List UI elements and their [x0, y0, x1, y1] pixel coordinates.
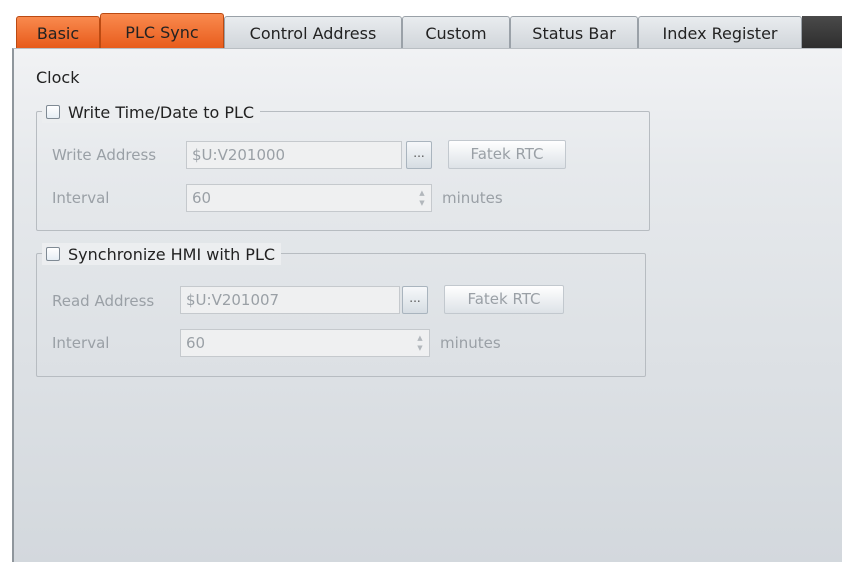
- tab-basic[interactable]: Basic: [16, 16, 100, 50]
- read-address-browse-button[interactable]: ...: [402, 286, 428, 314]
- sync-hmi-label: Synchronize HMI with PLC: [68, 244, 276, 264]
- write-interval-value: 60: [192, 189, 212, 207]
- tab-control-address[interactable]: Control Address: [224, 16, 402, 50]
- sync-interval-label: Interval: [52, 334, 110, 352]
- tab-bar: Basic PLC Sync Control Address Custom St…: [0, 10, 842, 52]
- write-time-group-header: Write Time/Date to PLC: [42, 101, 261, 123]
- spinner-icon[interactable]: ▲ ▼: [418, 189, 426, 207]
- spinner-icon[interactable]: ▲ ▼: [416, 334, 424, 352]
- sync-interval-field[interactable]: 60 ▲ ▼: [180, 329, 430, 357]
- write-time-label: Write Time/Date to PLC: [68, 102, 255, 122]
- read-fatek-rtc-button[interactable]: Fatek RTC: [444, 285, 564, 314]
- write-interval-label: Interval: [52, 189, 110, 207]
- sync-hmi-group: [36, 253, 646, 377]
- write-fatek-rtc-button[interactable]: Fatek RTC: [448, 140, 566, 169]
- tab-index-register[interactable]: Index Register: [638, 16, 802, 50]
- read-address-field[interactable]: $U:V201007: [180, 286, 400, 314]
- write-address-label: Write Address: [52, 146, 157, 164]
- tab-status-bar[interactable]: Status Bar: [510, 16, 638, 50]
- write-interval-unit: minutes: [442, 189, 503, 207]
- read-address-label: Read Address: [52, 292, 155, 310]
- sync-hmi-group-header: Synchronize HMI with PLC: [42, 243, 282, 265]
- write-address-browse-button[interactable]: ...: [406, 141, 432, 169]
- plc-sync-panel: Clock Write Time/Date to PLC Write Addre…: [12, 48, 842, 562]
- sync-interval-value: 60: [186, 334, 206, 352]
- tab-overflow: [802, 16, 842, 50]
- write-time-checkbox[interactable]: [46, 105, 60, 119]
- tab-plc-sync[interactable]: PLC Sync: [100, 13, 224, 52]
- write-time-group: [36, 111, 650, 231]
- title-strip: [0, 0, 842, 10]
- write-interval-field[interactable]: 60 ▲ ▼: [186, 184, 432, 212]
- sync-interval-unit: minutes: [440, 334, 501, 352]
- write-address-field[interactable]: $U:V201000: [186, 141, 402, 169]
- section-title: Clock: [36, 68, 80, 87]
- sync-hmi-checkbox[interactable]: [46, 247, 60, 261]
- tab-custom[interactable]: Custom: [402, 16, 510, 50]
